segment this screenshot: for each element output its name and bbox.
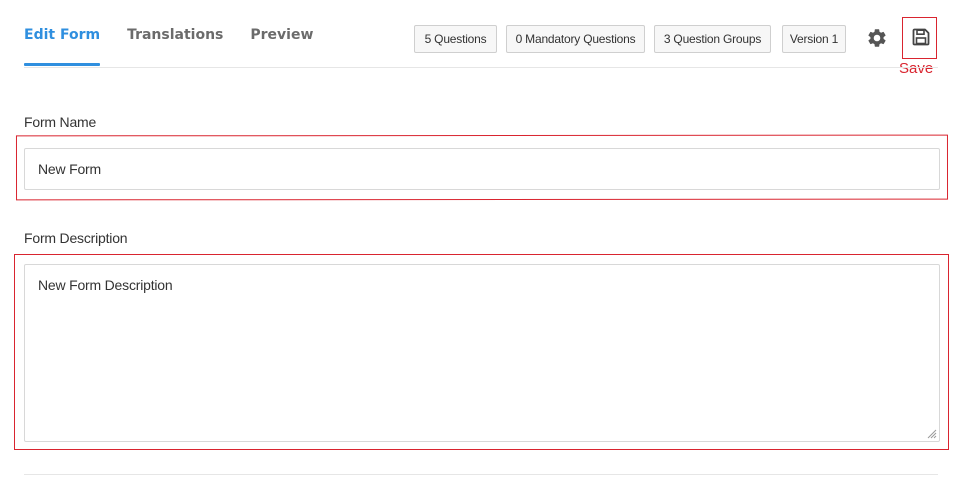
save-button[interactable] <box>902 17 937 59</box>
editor-tabs: Edit Form Translations Preview <box>24 0 340 68</box>
tab-preview[interactable]: Preview <box>250 23 313 45</box>
form-description-label: Form Description <box>24 230 128 246</box>
version-badge: Version 1 <box>782 25 846 53</box>
footer-divider <box>24 474 938 475</box>
tab-translations[interactable]: Translations <box>127 23 223 45</box>
header-divider <box>24 67 938 68</box>
form-description-textarea[interactable]: New Form Description <box>24 264 940 442</box>
resize-handle-icon[interactable] <box>925 426 937 439</box>
question-groups-badge: 3 Question Groups <box>654 25 771 53</box>
save-annotation-label: Save <box>899 60 934 77</box>
mandatory-questions-badge: 0 Mandatory Questions <box>506 25 645 53</box>
form-editor-page: Edit Form Translations Preview 5 Questio… <box>0 0 960 478</box>
questions-count-badge: 5 Questions <box>414 25 497 53</box>
floppy-disk-icon <box>912 28 930 46</box>
form-name-label: Form Name <box>24 114 97 130</box>
form-name-input[interactable] <box>24 148 940 190</box>
gear-icon[interactable] <box>866 27 888 49</box>
tab-edit-form[interactable]: Edit Form <box>24 23 101 66</box>
